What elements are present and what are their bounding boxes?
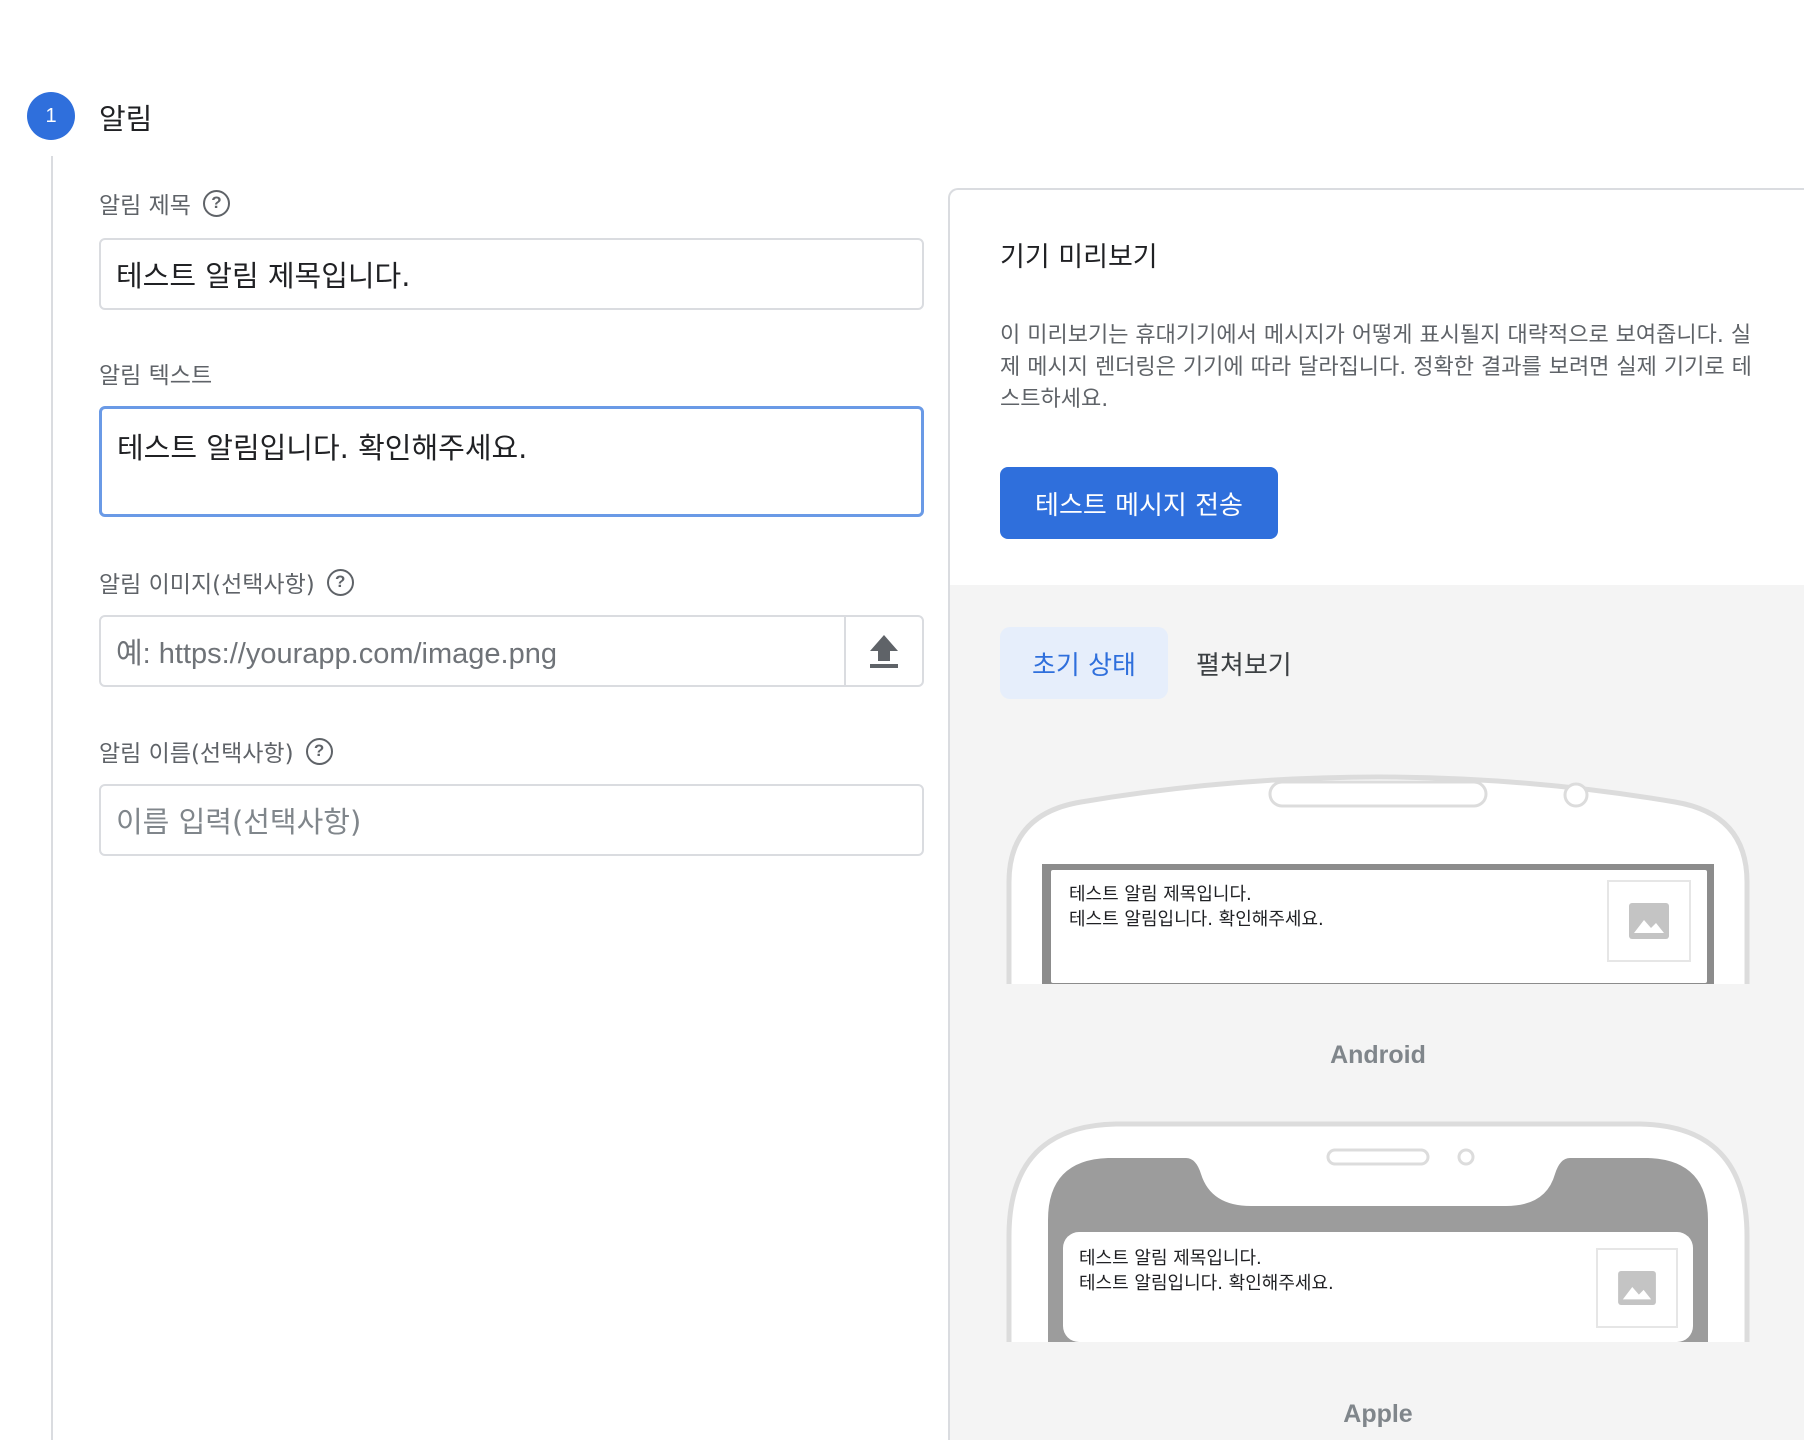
apple-notification-body: 테스트 알림입니다. 확인해주세요. [1079,1273,1334,1294]
notification-name-label: 알림 이름(선택사항) ? [99,734,333,768]
help-icon[interactable]: ? [305,737,333,765]
tab-expanded[interactable]: 펼쳐보기 [1164,627,1324,699]
notification-image-label: 알림 이미지(선택사항) ? [99,565,354,599]
preview-description: 이 미리보기는 휴대기기에서 메시지가 어떻게 표시될지 대략적으로 보여줍니다… [1000,323,1752,412]
tab-initial-state[interactable]: 초기 상태 [1000,627,1168,699]
notification-text-label: 알림 텍스트 [99,363,213,389]
step-title: 알림 [99,102,153,136]
android-label: Android [1330,1041,1426,1069]
notification-image-input[interactable]: 예: https://yourapp.com/image.png [101,617,844,685]
apple-notification-card: 테스트 알림 제목입니다. 테스트 알림입니다. 확인해주세요. [1063,1232,1693,1342]
upload-button[interactable] [844,617,922,685]
device-preview-panel: 기기 미리보기 이 미리보기는 휴대기기에서 메시지가 어떻게 표시될지 대략적… [948,188,1804,1440]
help-icon[interactable]: ? [326,568,354,596]
preview-title: 기기 미리보기 [1000,242,1158,273]
notification-image-field: 예: https://yourapp.com/image.png [99,615,924,687]
step-connector-line [51,156,53,1440]
android-notification-card: 테스트 알림 제목입니다. 테스트 알림입니다. 확인해주세요. [1051,870,1707,983]
apple-notification-title: 테스트 알림 제목입니다. [1079,1248,1262,1269]
android-notification-body: 테스트 알림입니다. 확인해주세요. [1069,909,1324,930]
upload-icon [870,635,898,668]
android-notification-title: 테스트 알림 제목입니다. [1069,884,1252,905]
image-icon [1618,1271,1656,1305]
android-image-placeholder [1607,880,1691,962]
notification-title-label: 알림 제목 ? [99,186,230,220]
notification-title-input[interactable]: 테스트 알림 제목입니다. [99,238,924,310]
notification-name-input[interactable]: 이름 입력(선택사항) [99,784,924,856]
apple-image-placeholder [1596,1248,1678,1328]
step-number-badge: 1 [27,92,75,140]
apple-label: Apple [1343,1400,1413,1428]
help-icon[interactable]: ? [202,189,230,217]
image-icon [1629,903,1669,939]
send-test-message-button[interactable]: 테스트 메시지 전송 [1000,467,1278,539]
notification-text-input[interactable]: 테스트 알림입니다. 확인해주세요. [99,406,924,517]
